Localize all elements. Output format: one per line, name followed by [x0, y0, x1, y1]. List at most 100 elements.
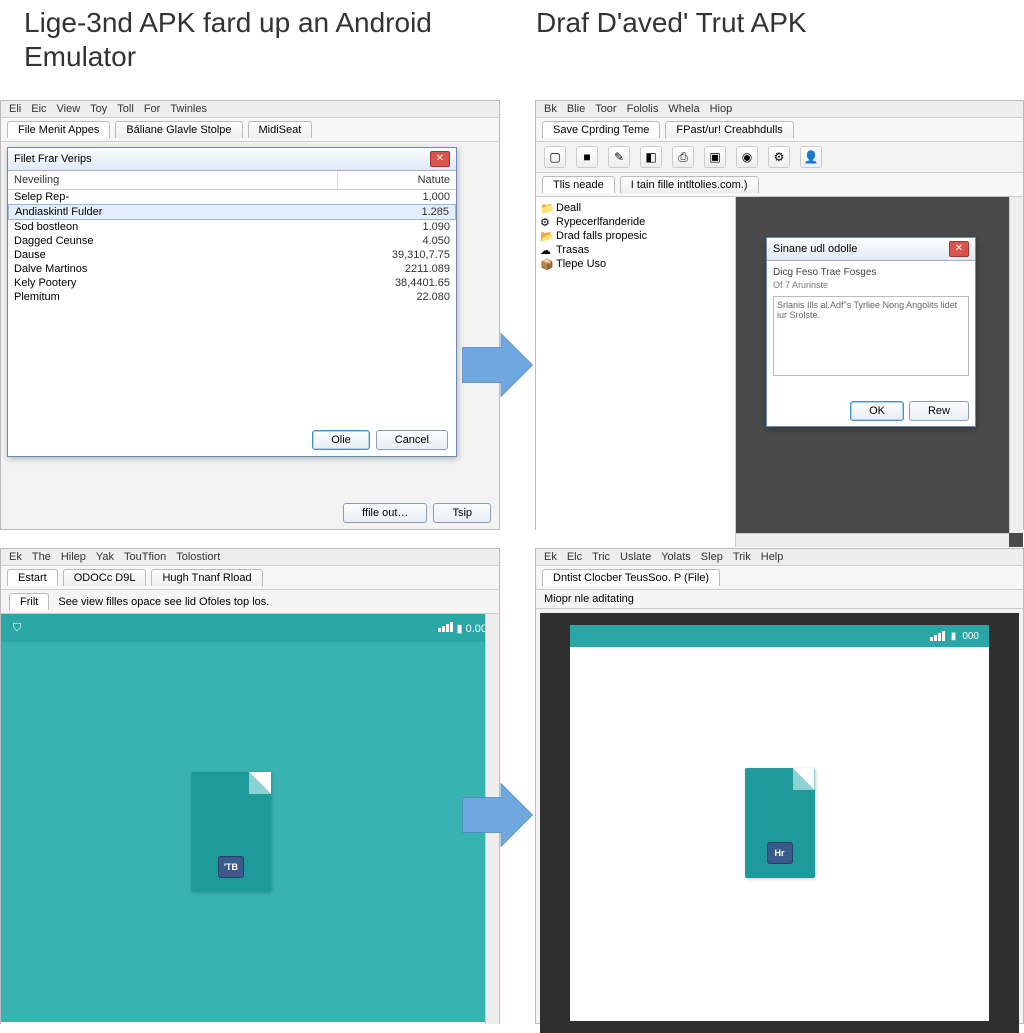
- table-row[interactable]: Andiaskintl Fulder1.285: [8, 204, 456, 220]
- tab[interactable]: Dntist Clocber TeusSoo. P (File): [542, 569, 720, 586]
- menu-item[interactable]: Tolostiort: [176, 551, 220, 563]
- apk-file-icon[interactable]: 'TB: [191, 772, 271, 892]
- menu-item[interactable]: Help: [761, 551, 784, 563]
- arrow-icon: [460, 330, 535, 400]
- q2-subdialog: Sinane udl odolle ✕ Dicg Feso Trae Fosge…: [766, 237, 976, 427]
- q4-status: Miopr nle aditating: [536, 590, 1023, 609]
- tree-item[interactable]: 📦Tlepe Uso: [538, 257, 733, 271]
- ok-button[interactable]: OK: [850, 401, 904, 421]
- menu-item[interactable]: Ek: [9, 551, 22, 563]
- tsip-button[interactable]: Tsip: [433, 503, 491, 523]
- pencil-icon[interactable]: ✎: [608, 146, 630, 168]
- menu-item[interactable]: Twinles: [170, 103, 207, 115]
- menu-item[interactable]: View: [57, 103, 81, 115]
- q1-tabs: File Menit Appes Báliane Glavle Stolpe Mid…: [1, 118, 499, 142]
- signal-icon: [438, 622, 453, 632]
- tree-item[interactable]: ⚙Rypecerlfanderide: [538, 215, 733, 229]
- menu-item[interactable]: Hilep: [61, 551, 86, 563]
- fileout-button[interactable]: ffile out…: [343, 503, 427, 523]
- menu-item[interactable]: Yak: [96, 551, 114, 563]
- menu-item[interactable]: Yolats: [661, 551, 691, 563]
- table-row[interactable]: Sod bostleon1.090: [8, 220, 456, 234]
- tab[interactable]: FPast/ur! Creabhdulls: [665, 121, 793, 138]
- q1-col1[interactable]: Neveiling: [8, 171, 338, 189]
- menu-item[interactable]: Tric: [592, 551, 610, 563]
- gear-icon[interactable]: ⚙: [768, 146, 790, 168]
- tree-item[interactable]: ☁Trasas: [538, 243, 733, 257]
- close-icon[interactable]: ✕: [430, 151, 450, 167]
- folder-y-icon: 📂: [540, 230, 553, 243]
- tab[interactable]: ODOCc D9L: [63, 569, 147, 586]
- menu-item[interactable]: Ek: [544, 551, 557, 563]
- print-icon[interactable]: ⎙: [672, 146, 694, 168]
- scrollbar-x[interactable]: [736, 533, 1009, 547]
- tab[interactable]: File Menit Appes: [7, 121, 110, 138]
- q1-menubar: Eli Eic View Toy Toll For Twinles: [1, 101, 499, 118]
- q2-tree[interactable]: 📁Deall⚙Rypecerlfanderide📂Drad falls prop…: [536, 197, 736, 547]
- table-row[interactable]: Kely Pootery38,4401.65: [8, 276, 456, 290]
- q2-subdlg-text[interactable]: Srlanis Ills al.Adf"s Tyrliee Nong Angol…: [773, 296, 969, 376]
- q2-tabs2: Tlis neade I tain fille intltolies.com.): [536, 173, 1023, 197]
- q1-col2[interactable]: Natute: [338, 171, 456, 189]
- ok-button[interactable]: Olie: [312, 430, 370, 450]
- menu-item[interactable]: Eli: [9, 103, 21, 115]
- android-home[interactable]: 'TB: [1, 642, 499, 1022]
- menu-item[interactable]: For: [144, 103, 161, 115]
- android-statusbar: ▮ 000: [570, 625, 989, 647]
- table-row[interactable]: Dagged Ceunse4.050: [8, 234, 456, 248]
- tree-item[interactable]: 📂Drad falls propesic: [538, 229, 733, 243]
- q1-dialog: Filet Frar Verips ✕ Neveiling Natute Sel…: [7, 147, 457, 457]
- title-left: Lige-3nd APK fard up an Android Emulator: [14, 0, 512, 75]
- menu-item[interactable]: Toy: [90, 103, 107, 115]
- q2-subdlg-title: Sinane udl odolle: [773, 243, 857, 255]
- camera-icon[interactable]: ◉: [736, 146, 758, 168]
- q3-menubar: Ek The Hilep Yak TouTfion Tolostiort: [1, 549, 499, 566]
- tab[interactable]: Hugh Tnanf Rload: [151, 569, 262, 586]
- table-row[interactable]: Plemitum22.080: [8, 290, 456, 304]
- eraser-icon[interactable]: ◧: [640, 146, 662, 168]
- close-icon[interactable]: ✕: [949, 241, 969, 257]
- image-icon[interactable]: ▣: [704, 146, 726, 168]
- menu-item[interactable]: Hiop: [710, 103, 733, 115]
- menu-item[interactable]: Trik: [733, 551, 751, 563]
- q2-iconbar: ▢ ■ ✎ ◧ ⎙ ▣ ◉ ⚙ 👤: [536, 142, 1023, 173]
- tab[interactable]: Estart: [7, 569, 58, 586]
- menu-item[interactable]: The: [32, 551, 51, 563]
- battery-icon: ▮: [456, 623, 462, 635]
- menu-item[interactable]: Toll: [117, 103, 134, 115]
- rew-button[interactable]: Rew: [909, 401, 969, 421]
- scrollbar-y[interactable]: [1009, 197, 1023, 533]
- q3-status-tab[interactable]: Frilt: [9, 593, 49, 610]
- save-icon[interactable]: ■: [576, 146, 598, 168]
- menu-item[interactable]: Eic: [31, 103, 46, 115]
- table-row[interactable]: Selep Rep-1,000: [8, 190, 456, 204]
- new-icon[interactable]: ▢: [544, 146, 566, 168]
- menu-item[interactable]: Uslate: [620, 551, 651, 563]
- tab[interactable]: MidiSeat: [248, 121, 313, 138]
- menu-item[interactable]: Fololis: [627, 103, 659, 115]
- cancel-button[interactable]: Cancel: [376, 430, 448, 450]
- clock-text: 0.00: [466, 623, 487, 635]
- menu-item[interactable]: Whela: [668, 103, 699, 115]
- table-row[interactable]: Dalve Martinos2211.089: [8, 262, 456, 276]
- menu-item[interactable]: Blie: [567, 103, 585, 115]
- cloud-icon: ☁: [540, 244, 553, 257]
- menu-item[interactable]: Bk: [544, 103, 557, 115]
- menu-item[interactable]: Elc: [567, 551, 582, 563]
- tab[interactable]: Save Cprding Teme: [542, 121, 660, 138]
- panel-q2: Bk Blie Toor Fololis Whela Hiop Save Cprding …: [535, 100, 1024, 530]
- menu-item[interactable]: Slep: [701, 551, 723, 563]
- menu-item[interactable]: Toor: [595, 103, 616, 115]
- tab[interactable]: Tlis neade: [542, 176, 615, 193]
- panel-q3: Ek The Hilep Yak TouTfion Tolostiort Estart OD…: [0, 548, 500, 1024]
- user-icon[interactable]: 👤: [800, 146, 822, 168]
- apk-file-icon[interactable]: Hr: [745, 768, 815, 878]
- panel-q4: Ek Elc Tric Uslate Yolats Slep Trik Help Dntist…: [535, 548, 1024, 1024]
- apk-badge: 'TB: [218, 856, 244, 878]
- table-row[interactable]: Dause39,310,7.75: [8, 248, 456, 262]
- menu-item[interactable]: TouTfion: [124, 551, 166, 563]
- tree-item[interactable]: 📁Deall: [538, 201, 733, 215]
- q2-subdlg-sub: Of 7 Arurinste: [773, 280, 969, 290]
- tab[interactable]: I tain fille intltolies.com.): [620, 176, 759, 193]
- tab[interactable]: Báliane Glavle Stolpe: [115, 121, 242, 138]
